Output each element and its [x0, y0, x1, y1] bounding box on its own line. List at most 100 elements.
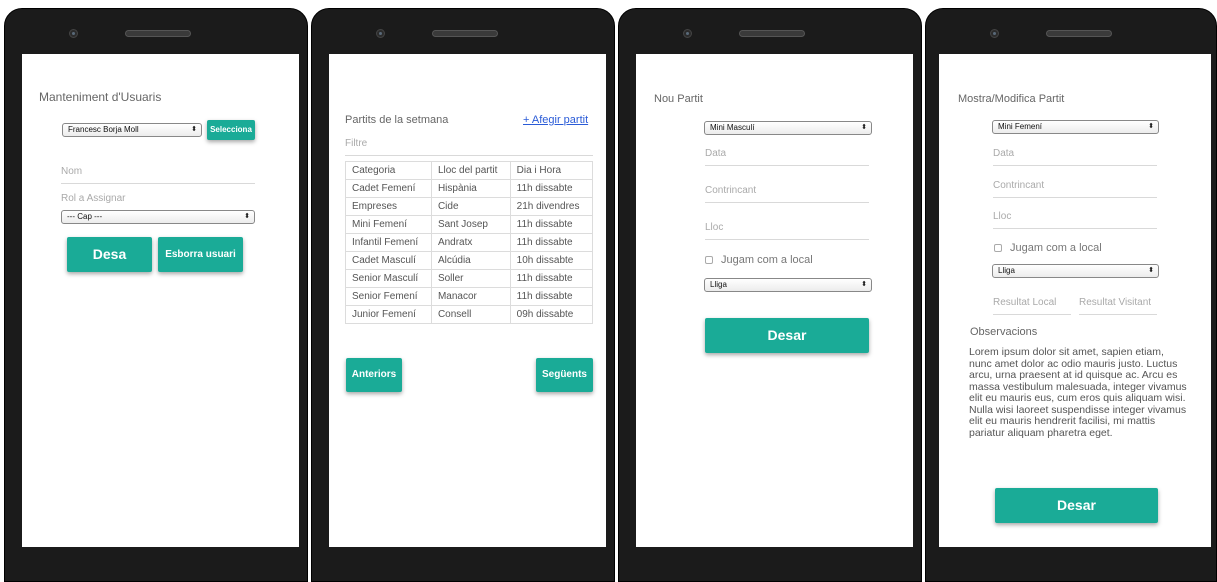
next-button[interactable]: Següents: [536, 358, 593, 392]
time-cell: 09h dissabte: [509, 305, 594, 324]
category-cell: Cadet Masculí: [345, 251, 432, 270]
save-match-button[interactable]: Desar: [995, 488, 1158, 523]
header-cell: Categoria: [345, 161, 432, 180]
phone-frame-new-match: Nou Partit Mini Masculí ⬍ Data Contrinca…: [618, 8, 922, 582]
home-checkbox-label: Jugam com a local: [721, 254, 813, 266]
place-cell: Soller: [430, 269, 511, 288]
camera-icon: [990, 29, 999, 38]
place-input[interactable]: Lloc: [705, 222, 869, 240]
phone-frame-edit-match: Mostra/Modifica Partit Mini Femení ⬍ Dat…: [925, 8, 1217, 582]
name-input[interactable]: Nom: [61, 166, 255, 184]
checkbox-icon[interactable]: [705, 256, 713, 265]
table-row[interactable]: Cadet Masculí Alcúdia 10h dissabte: [345, 251, 594, 270]
page-title: Partits de la setmana: [345, 114, 449, 126]
table-row[interactable]: Cadet Femení Hispània 11h dissabte: [345, 179, 594, 198]
competition-select-value: Lliga: [998, 266, 1015, 275]
add-match-link[interactable]: + Afegir partit: [523, 114, 588, 126]
place-cell: Manacor: [430, 287, 511, 306]
camera-icon: [683, 29, 692, 38]
role-label: Rol a Assignar: [61, 193, 126, 204]
select-user-button[interactable]: Selecciona: [207, 120, 255, 140]
place-cell: Consell: [430, 305, 511, 324]
table-row[interactable]: Empreses Cide 21h divendres: [345, 197, 594, 216]
time-cell: 11h dissabte: [509, 287, 594, 306]
observations-textarea[interactable]: Lorem ipsum dolor sit amet, sapien etiam…: [969, 346, 1189, 439]
category-cell: Senior Masculí: [345, 269, 432, 288]
previous-button[interactable]: Anteriors: [346, 358, 402, 392]
place-cell: Hispània: [430, 179, 511, 198]
competition-select[interactable]: Lliga ⬍: [992, 264, 1159, 278]
observations-label: Observacions: [970, 326, 1038, 338]
home-checkbox-row[interactable]: Jugam com a local: [994, 242, 1102, 254]
local-result-input[interactable]: Resultat Local: [993, 297, 1071, 315]
date-input[interactable]: Data: [705, 148, 869, 166]
page-title: Mostra/Modifica Partit: [958, 93, 1065, 105]
filter-input[interactable]: Filtre: [345, 138, 593, 156]
screen-edit-match: Mostra/Modifica Partit Mini Femení ⬍ Dat…: [939, 54, 1211, 547]
time-cell: 11h dissabte: [509, 233, 594, 252]
home-checkbox-label: Jugam com a local: [1010, 242, 1102, 254]
place-input[interactable]: Lloc: [993, 211, 1157, 229]
table-row[interactable]: Mini Femení Sant Josep 11h dissabte: [345, 215, 594, 234]
role-select[interactable]: --- Cap --- ⬍: [61, 210, 255, 224]
table-row[interactable]: Senior Femení Manacor 11h dissabte: [345, 287, 594, 306]
category-select[interactable]: Mini Masculí ⬍: [704, 121, 872, 135]
table-row[interactable]: Senior Masculí Soller 11h dissabte: [345, 269, 594, 288]
date-input[interactable]: Data: [993, 148, 1157, 166]
visitor-result-input[interactable]: Resultat Visitant: [1079, 297, 1157, 315]
speaker-icon: [739, 30, 805, 37]
speaker-icon: [125, 30, 191, 37]
category-select[interactable]: Mini Femení ⬍: [992, 120, 1159, 134]
phone-frame-users: Manteniment d'Usuaris Francesc Borja Mol…: [4, 8, 308, 582]
place-cell: Sant Josep: [430, 215, 511, 234]
place-cell: Cide: [430, 197, 511, 216]
header-cell: Lloc del partit: [430, 161, 511, 180]
time-cell: 11h dissabte: [509, 179, 594, 198]
select-arrow-icon: ⬍: [191, 126, 197, 133]
time-cell: 21h divendres: [509, 197, 594, 216]
screen-new-match: Nou Partit Mini Masculí ⬍ Data Contrinca…: [636, 54, 913, 547]
page-title: Manteniment d'Usuaris: [39, 90, 162, 104]
page-title: Nou Partit: [654, 93, 703, 105]
competition-select-value: Lliga: [710, 280, 727, 289]
select-arrow-icon: ⬍: [1148, 123, 1154, 130]
save-match-button[interactable]: Desar: [705, 318, 869, 353]
competition-select[interactable]: Lliga ⬍: [704, 278, 872, 292]
category-cell: Cadet Femení: [345, 179, 432, 198]
time-cell: 11h dissabte: [509, 269, 594, 288]
category-cell: Infantil Femení: [345, 233, 432, 252]
select-arrow-icon: ⬍: [861, 281, 867, 288]
speaker-icon: [1046, 30, 1112, 37]
speaker-icon: [432, 30, 498, 37]
category-select-value: Mini Masculí: [710, 123, 755, 132]
screen-users: Manteniment d'Usuaris Francesc Borja Mol…: [22, 54, 299, 547]
checkbox-icon[interactable]: [994, 244, 1002, 253]
home-checkbox-row[interactable]: Jugam com a local: [705, 254, 813, 266]
header-cell: Dia i Hora: [509, 161, 594, 180]
camera-icon: [376, 29, 385, 38]
user-select[interactable]: Francesc Borja Moll ⬍: [62, 123, 202, 137]
screen-matches: Partits de la setmana + Afegir partit Fi…: [329, 54, 606, 547]
table-row[interactable]: Junior Femení Consell 09h dissabte: [345, 305, 594, 324]
save-user-button[interactable]: Desa: [67, 237, 152, 272]
category-cell: Empreses: [345, 197, 432, 216]
select-arrow-icon: ⬍: [244, 213, 250, 220]
opponent-input[interactable]: Contrincant: [705, 185, 869, 203]
table-header-row: Categoria Lloc del partit Dia i Hora: [345, 161, 594, 180]
place-cell: Andratx: [430, 233, 511, 252]
phone-frame-matches: Partits de la setmana + Afegir partit Fi…: [311, 8, 615, 582]
time-cell: 11h dissabte: [509, 215, 594, 234]
place-cell: Alcúdia: [430, 251, 511, 270]
select-arrow-icon: ⬍: [1148, 267, 1154, 274]
time-cell: 10h dissabte: [509, 251, 594, 270]
delete-user-button[interactable]: Esborra usuari: [158, 237, 243, 272]
role-select-value: --- Cap ---: [67, 212, 103, 221]
matches-table: Categoria Lloc del partit Dia i Hora Cad…: [345, 161, 594, 324]
category-cell: Senior Femení: [345, 287, 432, 306]
camera-icon: [69, 29, 78, 38]
user-select-value: Francesc Borja Moll: [68, 125, 139, 134]
table-row[interactable]: Infantil Femení Andratx 11h dissabte: [345, 233, 594, 252]
category-cell: Junior Femení: [345, 305, 432, 324]
opponent-input[interactable]: Contrincant: [993, 180, 1157, 198]
select-arrow-icon: ⬍: [861, 124, 867, 131]
